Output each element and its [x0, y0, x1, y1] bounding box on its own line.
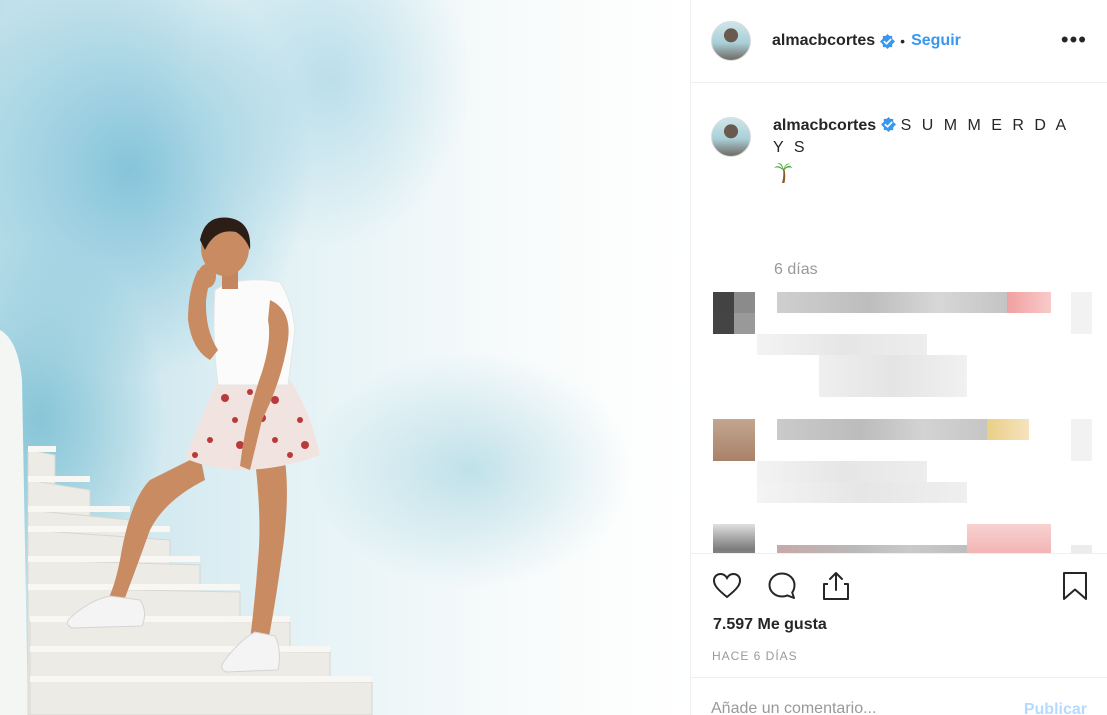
verified-badge-icon: [881, 117, 897, 132]
author-avatar[interactable]: [711, 21, 751, 61]
add-comment-bar: Publicar: [691, 677, 1107, 715]
more-options-icon[interactable]: •••: [1061, 29, 1087, 51]
share-icon[interactable]: [820, 570, 852, 602]
likes-count[interactable]: 7.597 Me gusta: [713, 616, 827, 634]
comments-area[interactable]: almacbcortes S U M M E R D A Y S 6 días: [691, 83, 1107, 553]
publish-button[interactable]: Publicar: [1024, 701, 1087, 715]
post-actions: 7.597 Me gusta HACE 6 DÍAS: [691, 553, 1107, 673]
comment-icon[interactable]: [766, 570, 798, 602]
verified-badge-icon: [880, 33, 896, 49]
post-caption: almacbcortes S U M M E R D A Y S: [711, 115, 1083, 183]
heart-icon[interactable]: [711, 570, 743, 602]
caption-username[interactable]: almacbcortes: [773, 117, 876, 134]
header-separator: •: [900, 33, 906, 49]
post-timestamp[interactable]: HACE 6 DÍAS: [712, 649, 798, 663]
caption-timestamp: 6 días: [774, 261, 818, 278]
post-side-panel: almacbcortes • Seguir ••• almacbcortes S…: [690, 0, 1107, 715]
bookmark-icon[interactable]: [1059, 570, 1091, 602]
post-header: almacbcortes • Seguir •••: [691, 0, 1107, 83]
caption-author-avatar[interactable]: [711, 117, 751, 157]
author-username[interactable]: almacbcortes: [772, 32, 875, 50]
post-photo[interactable]: [0, 0, 690, 715]
palm-tree-icon: [774, 162, 792, 183]
follow-button[interactable]: Seguir: [911, 32, 961, 50]
photo-illustration: [0, 217, 373, 715]
comment-input[interactable]: [711, 700, 991, 715]
